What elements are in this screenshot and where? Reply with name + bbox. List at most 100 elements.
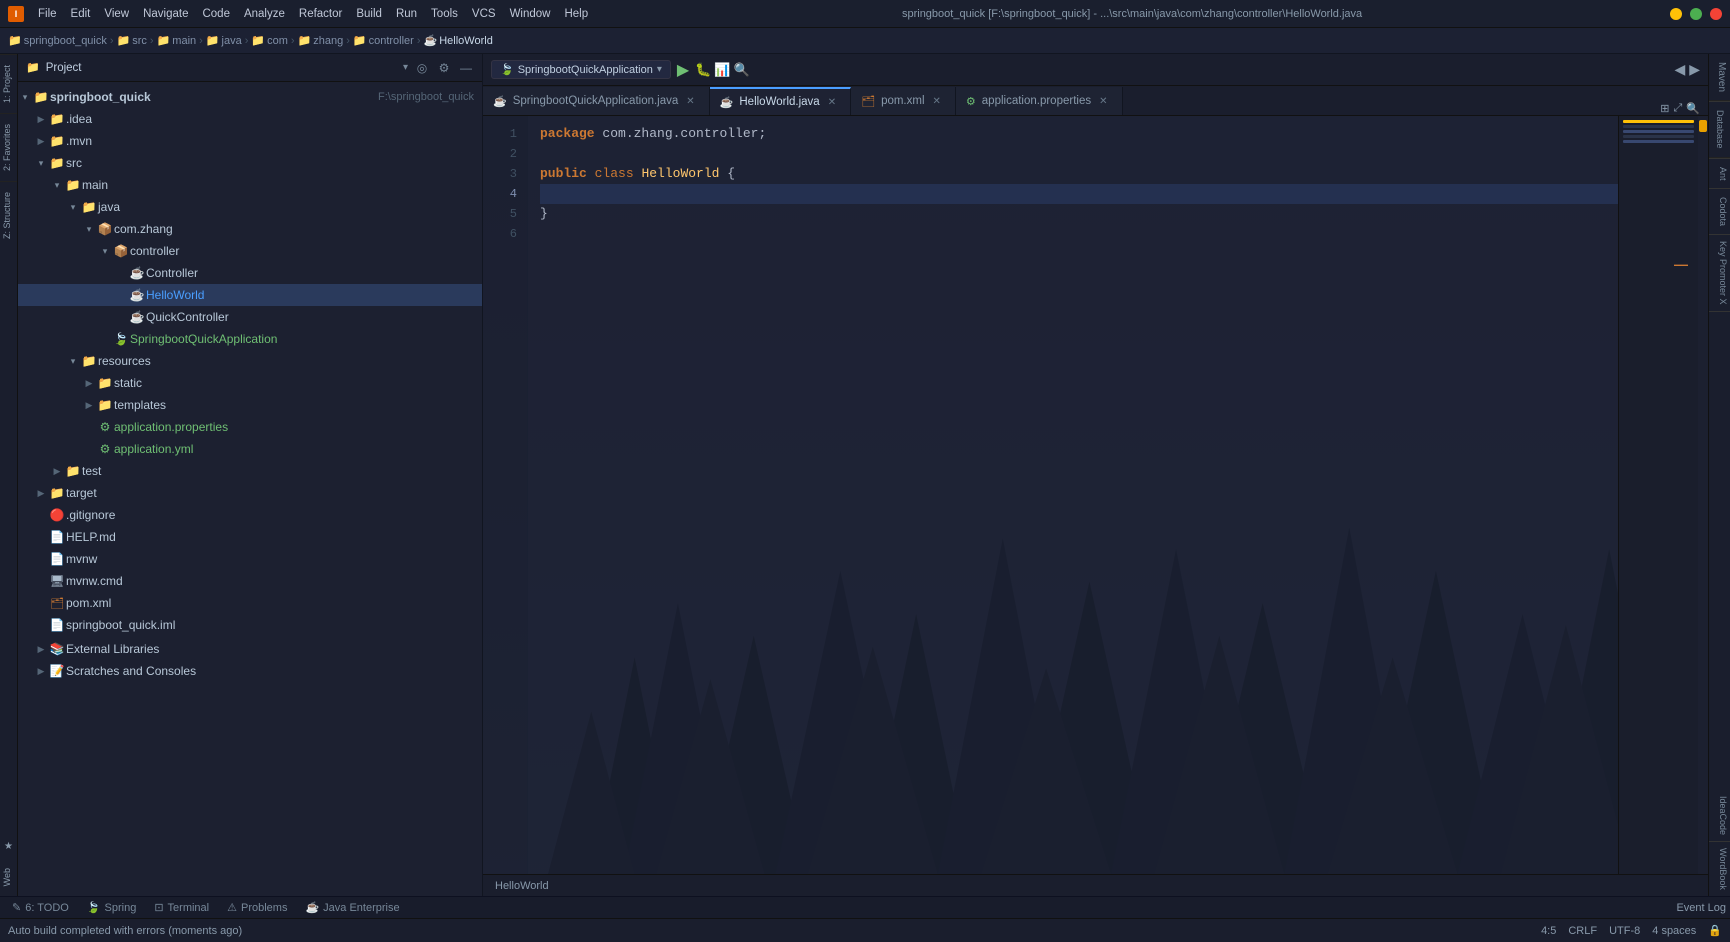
breadcrumb-com[interactable]: com bbox=[267, 35, 288, 47]
menu-run[interactable]: Run bbox=[390, 6, 423, 22]
tree-java[interactable]: ▾ 📁 java bbox=[18, 196, 482, 218]
bottom-tab-spring[interactable]: 🍃 Spring bbox=[79, 898, 145, 918]
bottom-tab-java-enterprise[interactable]: ☕ Java Enterprise bbox=[297, 898, 407, 918]
right-tab-maven[interactable]: Maven bbox=[1709, 54, 1730, 101]
status-indent[interactable]: 4 spaces bbox=[1652, 925, 1696, 937]
menu-vcs[interactable]: VCS bbox=[466, 6, 502, 22]
search-everywhere-icon[interactable]: 🔍 bbox=[1686, 102, 1700, 115]
tree-pom-xml[interactable]: ▶ 🗂 pom.xml bbox=[18, 592, 482, 614]
tree-scratches[interactable]: ▶ 📝 Scratches and Consoles bbox=[18, 660, 482, 682]
debug-button[interactable]: 🐛 bbox=[695, 62, 711, 78]
panel-collapse-button[interactable]: — bbox=[458, 60, 474, 76]
menu-code[interactable]: Code bbox=[196, 6, 236, 22]
tree-main[interactable]: ▾ 📁 main bbox=[18, 174, 482, 196]
tab-pom-close[interactable]: ✕ bbox=[931, 95, 943, 108]
breadcrumb-src[interactable]: src bbox=[132, 35, 147, 47]
tree-test[interactable]: ▶ 📁 test bbox=[18, 460, 482, 482]
tree-mvnw-cmd[interactable]: ▶ 🖥 mvnw.cmd bbox=[18, 570, 482, 592]
tab-appprops-close[interactable]: ✕ bbox=[1097, 95, 1109, 108]
tree-mvnw[interactable]: ▶ 📄 mvnw bbox=[18, 548, 482, 570]
app-icon: I bbox=[8, 6, 24, 22]
tree-iml-file[interactable]: ▶ 📄 springboot_quick.iml bbox=[18, 614, 482, 636]
code-content[interactable]: package com.zhang.controller; public cla… bbox=[528, 116, 1618, 874]
right-tab-idealcode[interactable]: IdeaCode bbox=[1709, 790, 1730, 841]
status-lock-icon[interactable]: 🔒 bbox=[1708, 924, 1722, 937]
menu-file[interactable]: File bbox=[32, 6, 63, 22]
tree-controller-java[interactable]: ▶ ☕ Controller bbox=[18, 262, 482, 284]
sidebar-tab-structure[interactable]: Z: Structure bbox=[0, 181, 17, 249]
tree-com-zhang[interactable]: ▾ 📦 com.zhang bbox=[18, 218, 482, 240]
tree-resources[interactable]: ▾ 📁 resources bbox=[18, 350, 482, 372]
right-tab-codota[interactable]: Codota bbox=[1709, 189, 1730, 234]
panel-locate-button[interactable]: ◎ bbox=[414, 60, 430, 76]
tree-helloworld-java[interactable]: ▶ ☕ HelloWorld bbox=[18, 284, 482, 306]
minimize-button[interactable] bbox=[1670, 8, 1682, 20]
sidebar-tab-project[interactable]: 1: Project bbox=[0, 54, 17, 113]
menu-analyze[interactable]: Analyze bbox=[238, 6, 291, 22]
tree-help-md[interactable]: ▶ 📄 HELP.md bbox=[18, 526, 482, 548]
coverage-button[interactable]: 📊 bbox=[714, 62, 730, 78]
menu-navigate[interactable]: Navigate bbox=[137, 6, 194, 22]
right-tab-ant[interactable]: Ant bbox=[1709, 159, 1730, 189]
panel-settings-button[interactable]: ⚙ bbox=[436, 60, 452, 76]
tree-quickcontroller-java[interactable]: ▶ ☕ QuickController bbox=[18, 306, 482, 328]
menu-refactor[interactable]: Refactor bbox=[293, 6, 348, 22]
right-tab-wordbook[interactable]: WordBook bbox=[1709, 842, 1730, 896]
breadcrumb-zhang[interactable]: zhang bbox=[313, 35, 343, 47]
bottom-tab-terminal[interactable]: ⊡ Terminal bbox=[146, 898, 217, 918]
right-panel-database-icon[interactable]: Database bbox=[1709, 102, 1730, 158]
tab-springbootapp[interactable]: ☕ SpringbootQuickApplication.java ✕ bbox=[483, 87, 710, 115]
run-config-selector[interactable]: 🍃 SpringbootQuickApplication ▾ bbox=[491, 60, 671, 79]
sidebar-tab-web[interactable]: Web bbox=[0, 858, 17, 896]
tree-idea[interactable]: ▶ 📁 .idea bbox=[18, 108, 482, 130]
run-button[interactable]: ▶ bbox=[677, 60, 689, 80]
tree-static[interactable]: ▶ 📁 static bbox=[18, 372, 482, 394]
status-cursor-position[interactable]: 4:5 bbox=[1541, 925, 1556, 937]
menu-build[interactable]: Build bbox=[350, 6, 388, 22]
tab-appprops[interactable]: ⚙ application.properties ✕ bbox=[956, 87, 1123, 115]
close-button[interactable] bbox=[1710, 8, 1722, 20]
menu-view[interactable]: View bbox=[98, 6, 135, 22]
sidebar-tab-favorites[interactable]: 2: Favorites bbox=[0, 113, 17, 181]
tree-root[interactable]: ▾ 📁 springboot_quick F:\springboot_quick bbox=[18, 86, 482, 108]
menu-edit[interactable]: Edit bbox=[65, 6, 97, 22]
split-editor-icon[interactable]: ⊞ bbox=[1660, 102, 1669, 115]
tab-helloworld-close[interactable]: ✕ bbox=[826, 96, 838, 109]
star-icon[interactable]: ★ bbox=[0, 835, 17, 858]
editor-scrollbar[interactable] bbox=[1698, 116, 1708, 874]
menu-tools[interactable]: Tools bbox=[425, 6, 464, 22]
tree-templates[interactable]: ▶ 📁 templates bbox=[18, 394, 482, 416]
line-num-2: 2 bbox=[483, 144, 527, 164]
back-button[interactable]: ◀ bbox=[1674, 61, 1685, 78]
tree-gitignore[interactable]: ▶ 🔴 .gitignore bbox=[18, 504, 482, 526]
code-editor[interactable]: 1 2 3 4 5 6 package com.zhang.controller… bbox=[483, 116, 1708, 874]
status-encoding[interactable]: UTF-8 bbox=[1609, 925, 1640, 937]
tree-application-yml[interactable]: ▶ ⚙ application.yml bbox=[18, 438, 482, 460]
tab-springbootapp-close[interactable]: ✕ bbox=[684, 95, 696, 108]
status-line-ending[interactable]: CRLF bbox=[1568, 925, 1597, 937]
profile-button[interactable]: 🔍 bbox=[734, 62, 750, 78]
event-log-button[interactable]: Event Log bbox=[1676, 902, 1726, 914]
breadcrumb-controller[interactable]: controller bbox=[369, 35, 414, 47]
tree-external-libraries[interactable]: ▶ 📚 External Libraries bbox=[18, 638, 482, 660]
tab-pom[interactable]: 🗂 pom.xml ✕ bbox=[851, 87, 956, 115]
tree-target[interactable]: ▶ 📁 target bbox=[18, 482, 482, 504]
tree-mvn[interactable]: ▶ 📁 .mvn bbox=[18, 130, 482, 152]
breadcrumb-springboot-quick[interactable]: springboot_quick bbox=[24, 35, 107, 47]
bottom-tab-problems[interactable]: ⚠ Problems bbox=[219, 898, 295, 918]
menu-window[interactable]: Window bbox=[504, 6, 557, 22]
bottom-tab-todo[interactable]: ✎ 6: TODO bbox=[4, 898, 77, 918]
tree-src[interactable]: ▾ 📁 src bbox=[18, 152, 482, 174]
maximize-button[interactable] bbox=[1690, 8, 1702, 20]
forward-button[interactable]: ▶ bbox=[1689, 61, 1700, 78]
breadcrumb-main[interactable]: main bbox=[172, 35, 196, 47]
tab-helloworld[interactable]: ☕ HelloWorld.java ✕ bbox=[710, 87, 851, 115]
tree-springbootapp-java[interactable]: ▶ 🍃 SpringbootQuickApplication bbox=[18, 328, 482, 350]
right-tab-keypromoter[interactable]: Key Promoter X bbox=[1709, 235, 1730, 311]
maximize-editor-icon[interactable]: ⤢ bbox=[1673, 102, 1682, 115]
tree-controller-pkg[interactable]: ▾ 📦 controller bbox=[18, 240, 482, 262]
breadcrumb-helloworld[interactable]: HelloWorld bbox=[439, 35, 493, 47]
tree-application-props[interactable]: ▶ ⚙ application.properties bbox=[18, 416, 482, 438]
menu-help[interactable]: Help bbox=[558, 6, 594, 22]
breadcrumb-java[interactable]: java bbox=[222, 35, 242, 47]
